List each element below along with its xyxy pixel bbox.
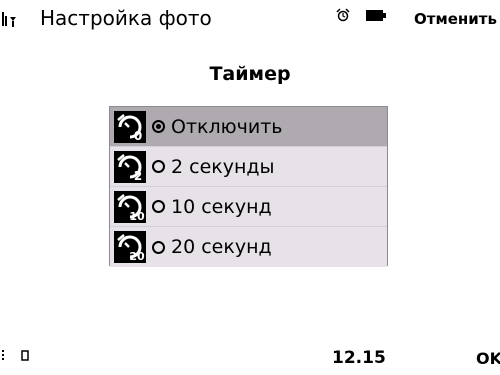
- alarm-icon: [336, 8, 350, 22]
- battery-icon: [366, 10, 386, 21]
- radio-button[interactable]: [152, 240, 165, 254]
- timer-off-icon-text: 0: [134, 129, 142, 143]
- option-label: 2 секунды: [171, 155, 275, 178]
- timer-off-icon: 0: [114, 110, 146, 143]
- ok-softkey[interactable]: OK: [476, 348, 500, 370]
- option-label: 20 секунд: [171, 236, 272, 258]
- option-2s[interactable]: 2 2 секунды: [110, 147, 387, 187]
- bottom-bar: 12.15 OK: [0, 340, 500, 375]
- radio-button[interactable]: [152, 200, 165, 213]
- timer-options-list: 0 Отключить 2 2 секунды 10 10 секунд 20 …: [109, 106, 388, 267]
- option-label: 10 секунд: [171, 195, 272, 218]
- clock: 12.15: [332, 348, 386, 368]
- option-off[interactable]: 0 Отключить: [110, 107, 387, 147]
- cancel-softkey[interactable]: Отменить: [414, 8, 497, 30]
- option-label: Отключить: [171, 115, 283, 138]
- network-indicator-icon: [2, 350, 29, 361]
- timer-20s-icon-text: 20: [129, 250, 145, 263]
- app-title: Настройка фото: [40, 6, 212, 30]
- timer-2s-icon-text: 2: [134, 169, 142, 183]
- signal-icon: [2, 12, 16, 27]
- option-10s[interactable]: 10 10 секунд: [110, 187, 387, 227]
- radio-button[interactable]: [152, 160, 165, 173]
- dialog-title: Таймер: [209, 63, 291, 85]
- timer-20s-icon: 20: [114, 231, 146, 263]
- option-20s[interactable]: 20 20 секунд: [110, 227, 387, 267]
- timer-2s-icon: 2: [114, 150, 146, 183]
- status-bar: Настройка фото Отменить: [0, 0, 500, 36]
- timer-10s-icon: 10: [114, 190, 146, 223]
- timer-10s-icon-text: 10: [129, 210, 145, 223]
- radio-button-checked[interactable]: [152, 120, 165, 133]
